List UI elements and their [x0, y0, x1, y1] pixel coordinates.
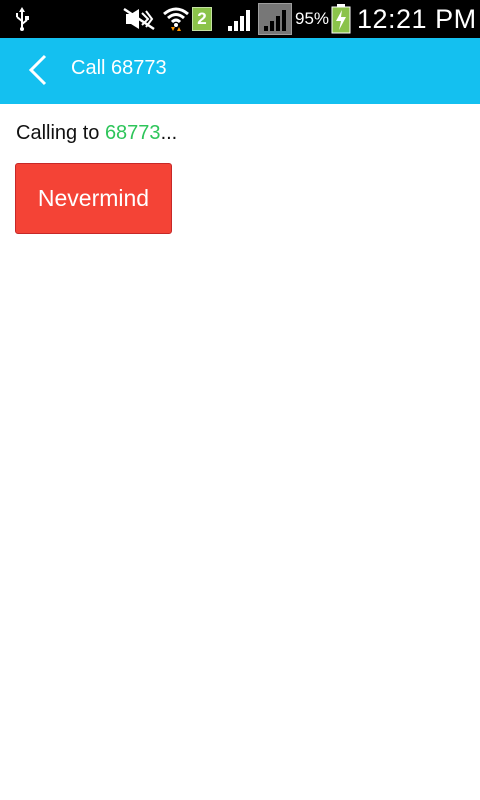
- page-title: Call 68773: [71, 57, 167, 79]
- signal-sim2-icon: [258, 0, 292, 38]
- calling-status: Calling to 68773...: [16, 120, 177, 146]
- chevron-left-icon: [27, 53, 49, 92]
- mute-icon: [122, 0, 156, 38]
- calling-suffix: ...: [160, 122, 178, 144]
- back-button[interactable]: [18, 52, 58, 92]
- status-bar: 2 95% 12:21 PM: [0, 0, 480, 38]
- sim2-icon: 2: [192, 0, 212, 38]
- wifi-icon: [162, 0, 190, 38]
- nevermind-button[interactable]: Nevermind: [15, 163, 172, 234]
- app-bar: Call 68773: [0, 38, 480, 104]
- clock: 12:21 PM: [357, 3, 477, 34]
- calling-prefix: Calling to: [16, 122, 105, 144]
- signal-icon: [226, 0, 254, 38]
- battery-charging-icon: [331, 0, 351, 38]
- calling-number: 68773: [104, 122, 161, 144]
- battery-percent: 95%: [295, 9, 330, 28]
- usb-icon: [14, 0, 30, 38]
- sim-slot-badge: 2: [192, 7, 212, 31]
